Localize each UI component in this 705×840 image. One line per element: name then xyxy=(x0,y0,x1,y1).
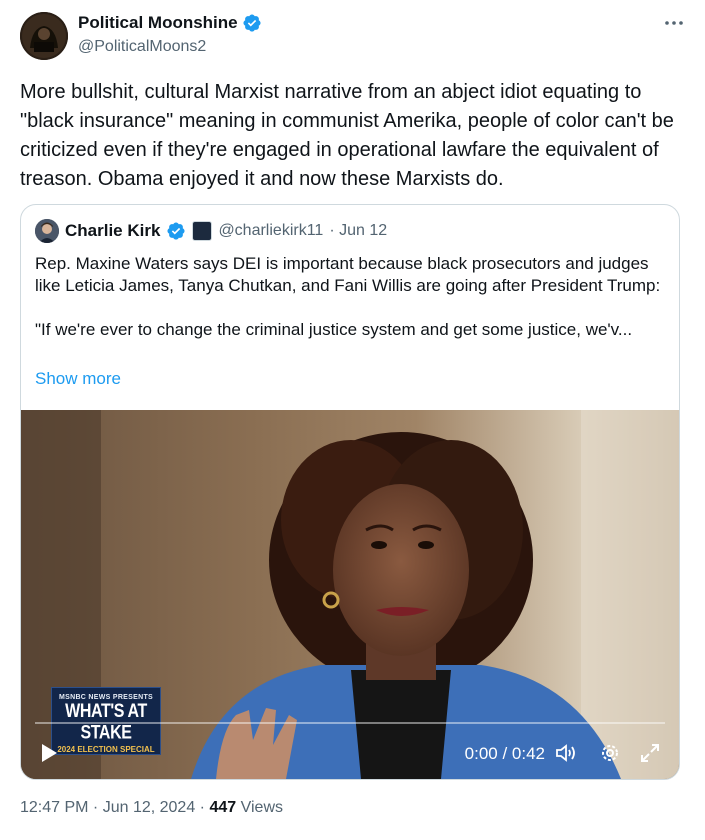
quoted-paragraph: Rep. Maxine Waters says DEI is important… xyxy=(35,254,661,295)
verified-badge-icon xyxy=(242,13,262,33)
show-more-link[interactable]: Show more xyxy=(35,369,121,389)
quoted-display-name[interactable]: Charlie Kirk xyxy=(65,221,160,241)
tweet-timestamp[interactable]: 12:47 PM · Jun 12, 2024 · xyxy=(20,799,205,816)
quoted-handle[interactable]: @charliekirk11 xyxy=(218,222,323,240)
video-player[interactable]: MSNBC NEWS PRESENTS WHAT'S AT STAKE 2024… xyxy=(21,410,679,779)
badge-top-text: MSNBC NEWS PRESENTS xyxy=(59,694,153,701)
quoted-author-avatar[interactable] xyxy=(35,219,59,243)
quoted-date[interactable]: · Jun 12 xyxy=(329,222,387,240)
tweet-text: More bullshit, cultural Marxist narrativ… xyxy=(20,81,680,190)
author-handle[interactable]: @PoliticalMoons2 xyxy=(78,38,206,56)
quoted-text: Rep. Maxine Waters says DEI is important… xyxy=(35,253,667,341)
affiliation-badge-icon[interactable] xyxy=(192,221,213,241)
volume-icon[interactable] xyxy=(555,742,579,764)
video-time: 0:00 / 0:42 xyxy=(464,744,545,763)
quoted-tweet[interactable]: Charlie Kirk @charliekirk11 · Jun 12 Rep… xyxy=(20,204,680,780)
video-progress-bar[interactable] xyxy=(35,722,665,724)
quoted-paragraph: "If we're ever to change the criminal ju… xyxy=(35,320,633,339)
views-label: Views xyxy=(240,799,283,816)
author-avatar[interactable] xyxy=(20,12,68,60)
views-count[interactable]: 447 xyxy=(209,799,236,816)
tweet-footer: 12:47 PM · Jun 12, 2024 · 447 Views xyxy=(20,799,283,817)
play-icon[interactable] xyxy=(39,742,59,764)
author-display-name[interactable]: Political Moonshine xyxy=(78,13,238,33)
settings-gear-icon[interactable] xyxy=(599,742,621,764)
video-controls: 0:00 / 0:42 xyxy=(21,736,679,770)
more-options-icon[interactable] xyxy=(659,12,689,34)
quoted-verified-badge-icon xyxy=(166,221,186,241)
fullscreen-icon[interactable] xyxy=(639,742,661,764)
tweet: Political Moonshine @PoliticalMoons2 Mor… xyxy=(0,0,705,840)
